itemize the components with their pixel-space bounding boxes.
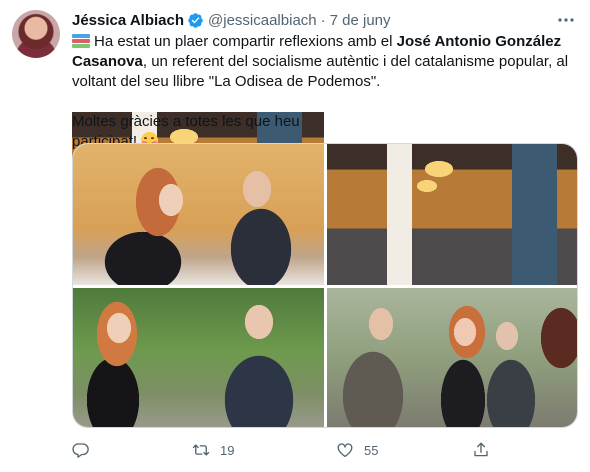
media-grid	[72, 143, 578, 428]
books-emoji-icon	[72, 34, 90, 48]
separator-dot: ·	[320, 11, 326, 29]
avatar[interactable]	[12, 10, 60, 58]
like-button[interactable]: 55	[336, 438, 378, 462]
like-count: 55	[364, 442, 379, 458]
heart-icon	[337, 443, 353, 458]
tweet-date[interactable]: 7 de juny	[330, 12, 391, 29]
tweet-paragraph-1: Ha estat un plaer compartir reflexions a…	[72, 32, 578, 92]
share-icon	[474, 442, 488, 457]
reply-icon	[72, 443, 89, 458]
user-handle[interactable]: @jessicaalbiach	[208, 12, 317, 29]
tweet-intro-text: Ha estat un plaer compartir reflexions a…	[94, 33, 397, 50]
photo-audience-hall[interactable]	[327, 144, 577, 285]
tweet-body-text: , un referent del socialisme autèntic i …	[72, 53, 569, 90]
more-options-icon[interactable]	[556, 10, 576, 30]
photo-group-discussion[interactable]	[327, 288, 577, 427]
display-name[interactable]: Jéssica Albiach	[72, 12, 184, 29]
reply-button[interactable]	[72, 438, 100, 462]
verified-badge-icon	[188, 12, 203, 28]
retweet-icon	[192, 444, 210, 456]
tweet-header: Jéssica Albiach @jessicaalbiach · 7 de j…	[72, 10, 576, 30]
photo-conversation-table[interactable]	[73, 144, 324, 285]
tweet-actions: 19 55	[72, 438, 578, 462]
share-button[interactable]	[472, 438, 500, 462]
retweet-button[interactable]: 19	[192, 438, 234, 462]
retweet-count: 19	[220, 442, 235, 458]
tweet: Jéssica Albiach @jessicaalbiach · 7 de j…	[0, 0, 590, 472]
photo-garden-portrait[interactable]	[73, 288, 324, 427]
